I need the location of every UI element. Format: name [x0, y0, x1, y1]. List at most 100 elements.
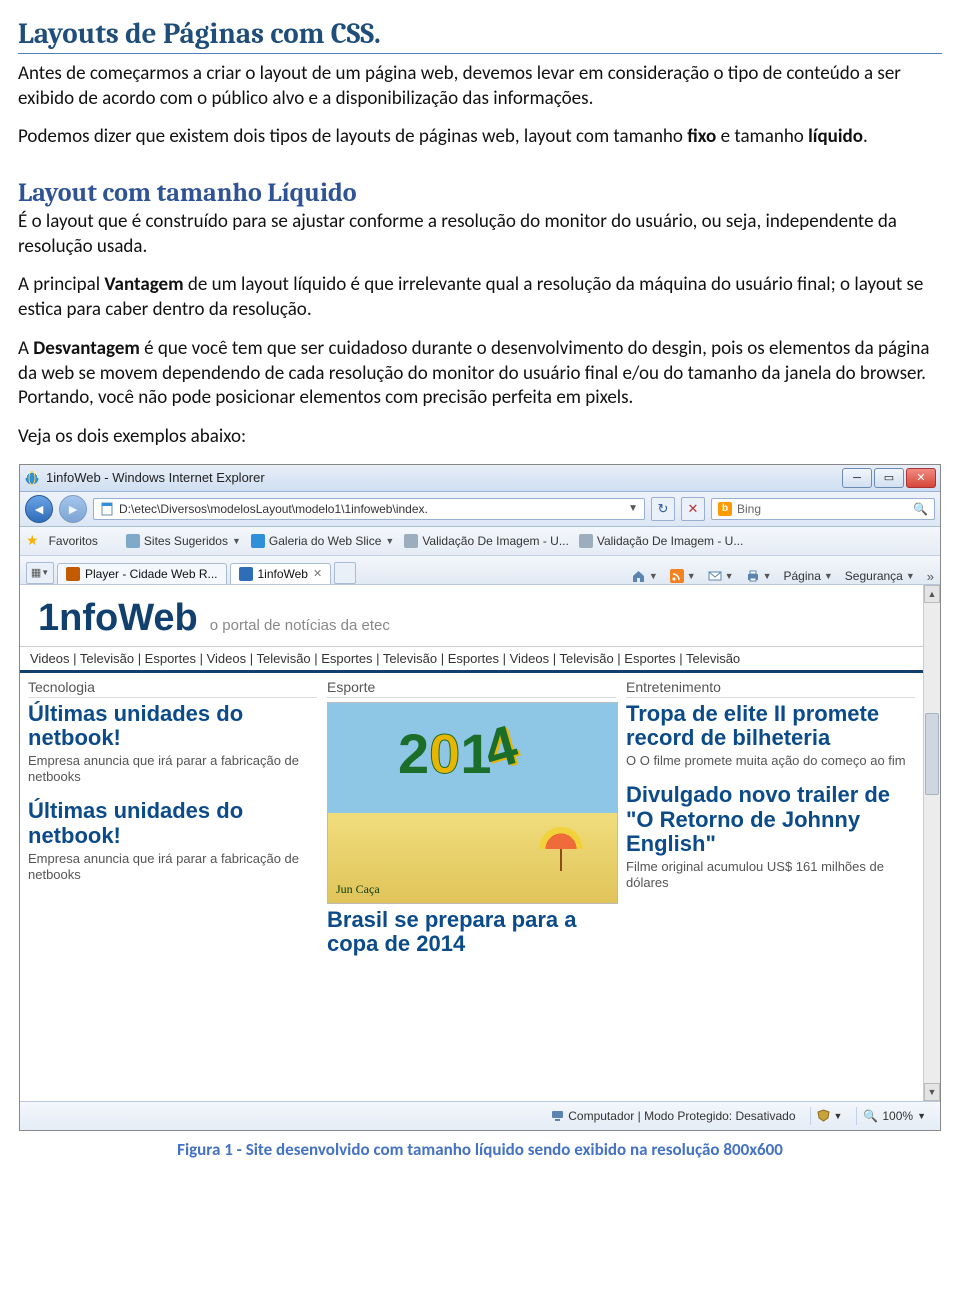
article-summary: O O filme promete muita ação do começo a…: [626, 753, 915, 769]
search-placeholder: Bing: [737, 502, 761, 516]
headline-link[interactable]: Últimas unidades do netbook!: [28, 702, 317, 751]
tab-player[interactable]: Player - Cidade Web R...: [57, 563, 227, 584]
read-mail-button[interactable]: ▼: [708, 569, 734, 583]
site-nav-strip[interactable]: Videos | Televisão | Esportes | Videos |…: [20, 646, 923, 673]
zoom-value: 100%: [882, 1109, 913, 1123]
fav-link-sites-sugeridos[interactable]: Sites Sugeridos▼: [126, 534, 241, 548]
page-icon: [100, 502, 114, 516]
chevron-down-icon: ▼: [687, 571, 696, 581]
headline-link[interactable]: Divulgado novo trailer de "O Retorno de …: [626, 783, 915, 857]
headline-link[interactable]: Brasil se prepara para a copa de 2014: [327, 908, 616, 957]
scroll-down-icon[interactable]: ▼: [924, 1083, 940, 1101]
paragraph-intro: Antes de começarmos a criar o layout de …: [18, 62, 942, 111]
window-maximize-button[interactable]: ▭: [874, 468, 904, 488]
back-button[interactable]: ◄: [25, 495, 53, 523]
site-header: 1nfoWeb o portal de notícias da etec: [20, 585, 923, 646]
address-dropdown-icon[interactable]: ▼: [623, 503, 638, 514]
site-icon: [126, 534, 140, 548]
zoom-control[interactable]: 🔍 100% ▼: [856, 1107, 932, 1125]
favorites-star-icon[interactable]: ★: [26, 532, 39, 549]
chevron-down-icon: ▼: [725, 571, 734, 581]
search-icon[interactable]: 🔍: [913, 502, 928, 516]
text-bold-desvantagem: Desvantagem: [33, 337, 140, 360]
text: é que você tem que ser cuidadoso durante…: [18, 337, 929, 409]
paragraph-types: Podemos dizer que existem dois tipos de …: [18, 125, 942, 150]
site-icon: [251, 534, 265, 548]
fav-link-validacao-1[interactable]: Validação De Imagem - U...: [404, 534, 569, 548]
new-tab-button[interactable]: [334, 562, 356, 584]
chevron-down-icon: ▼: [906, 571, 915, 581]
text-bold-fixo: fixo: [687, 125, 716, 148]
text: A: [18, 337, 33, 360]
site-logo[interactable]: 1nfoWeb: [38, 597, 198, 640]
site-icon: [579, 534, 593, 548]
computer-icon: [551, 1109, 564, 1122]
column-tecnologia: Tecnologia Últimas unidades do netbook! …: [28, 679, 317, 957]
fav-link-galeria[interactable]: Galeria do Web Slice▼: [251, 534, 394, 548]
headline-link[interactable]: Tropa de elite II promete record de bilh…: [626, 702, 915, 751]
fav-text: Sites Sugeridos: [144, 534, 228, 548]
tab-bar: ▦ ▼ Player - Cidade Web R... 1infoWeb ✕ …: [20, 556, 940, 585]
shield-icon: [817, 1109, 830, 1122]
column-header: Esporte: [327, 679, 616, 698]
print-button[interactable]: ▼: [746, 569, 772, 583]
headline-link[interactable]: Últimas unidades do netbook!: [28, 799, 317, 848]
text: e tamanho: [716, 125, 808, 148]
quick-tabs-button[interactable]: ▦ ▼: [26, 562, 54, 584]
scroll-thumb[interactable]: [925, 713, 939, 795]
menu-label: Segurança: [845, 569, 903, 583]
home-button[interactable]: ▼: [631, 569, 658, 584]
status-protected-mode: Computador | Modo Protegido: Desativado: [545, 1107, 801, 1125]
webpage-viewport: 1nfoWeb o portal de notícias da etec Vid…: [20, 585, 940, 1101]
menu-label: Página: [784, 569, 821, 583]
page-menu[interactable]: Página ▼: [784, 569, 833, 583]
paragraph-def: É o layout que é construído para se ajus…: [18, 210, 942, 259]
favorites-label: Favoritos: [49, 534, 98, 548]
tab-1infoweb[interactable]: 1infoWeb ✕: [230, 563, 332, 584]
site-icon: [404, 534, 418, 548]
status-zone[interactable]: ▼: [810, 1107, 849, 1125]
fav-link-validacao-2[interactable]: Validação De Imagem - U...: [579, 534, 744, 548]
image-signature: Jun Caça: [336, 882, 380, 897]
fav-text: Galeria do Web Slice: [269, 534, 382, 548]
window-minimize-button[interactable]: ─: [842, 468, 872, 488]
browser-statusbar: Computador | Modo Protegido: Desativado …: [20, 1101, 940, 1130]
window-title: 1infoWeb - Windows Internet Explorer: [46, 470, 842, 485]
more-commands-icon[interactable]: »: [927, 569, 934, 584]
paragraph-vantagem: A principal Vantagem de um layout líquid…: [18, 273, 942, 322]
chevron-down-icon: ▼: [834, 1111, 843, 1121]
chevron-down-icon: ▼: [763, 571, 772, 581]
browser-navbar: ◄ ► D:\etec\Diversos\modelosLayout\model…: [20, 492, 940, 527]
chevron-down-icon: ▼: [385, 536, 394, 546]
scroll-up-icon[interactable]: ▲: [924, 585, 940, 603]
feeds-button[interactable]: ▼: [670, 569, 696, 583]
stop-button[interactable]: ✕: [681, 497, 705, 521]
text: A principal: [18, 273, 104, 296]
ie-icon: [24, 470, 40, 486]
text-bold-liquido: líquido: [808, 125, 863, 148]
article-image[interactable]: 2014 Jun Caça: [327, 702, 618, 904]
refresh-button[interactable]: ↻: [651, 497, 675, 521]
window-close-button[interactable]: ✕: [906, 468, 936, 488]
forward-button[interactable]: ►: [59, 495, 87, 523]
address-bar[interactable]: D:\etec\Diversos\modelosLayout\modelo1\1…: [93, 498, 645, 520]
safety-menu[interactable]: Segurança ▼: [845, 569, 915, 583]
window-titlebar: 1infoWeb - Windows Internet Explorer ─ ▭…: [20, 465, 940, 492]
column-header: Tecnologia: [28, 679, 317, 698]
article-summary: Empresa anuncia que irá parar a fabricaç…: [28, 851, 317, 884]
favorites-bar: ★ Favoritos Sites Sugeridos▼ Galeria do …: [20, 527, 940, 556]
paragraph-examples: Veja os dois exemplos abaixo:: [18, 425, 942, 450]
search-box[interactable]: b Bing 🔍: [711, 498, 935, 520]
column-esporte: Esporte 2014 Jun Caça Brasil se prepara …: [327, 679, 616, 957]
paragraph-desvantagem: A Desvantagem é que você tem que ser cui…: [18, 337, 942, 411]
vertical-scrollbar[interactable]: ▲ ▼: [923, 585, 940, 1101]
zoom-icon: 🔍: [863, 1109, 878, 1123]
text: .: [863, 125, 868, 148]
column-header: Entretenimento: [626, 679, 915, 698]
browser-window: 1infoWeb - Windows Internet Explorer ─ ▭…: [19, 464, 941, 1131]
tab-icon: [66, 567, 80, 581]
chevron-down-icon: ▼: [917, 1111, 926, 1121]
tab-close-icon[interactable]: ✕: [313, 567, 322, 580]
command-bar: ▼ ▼ ▼ ▼ Página ▼ Segurança ▼ »: [631, 569, 934, 584]
figure-caption: Figura 1 - Site desenvolvido com tamanho…: [18, 1139, 942, 1161]
